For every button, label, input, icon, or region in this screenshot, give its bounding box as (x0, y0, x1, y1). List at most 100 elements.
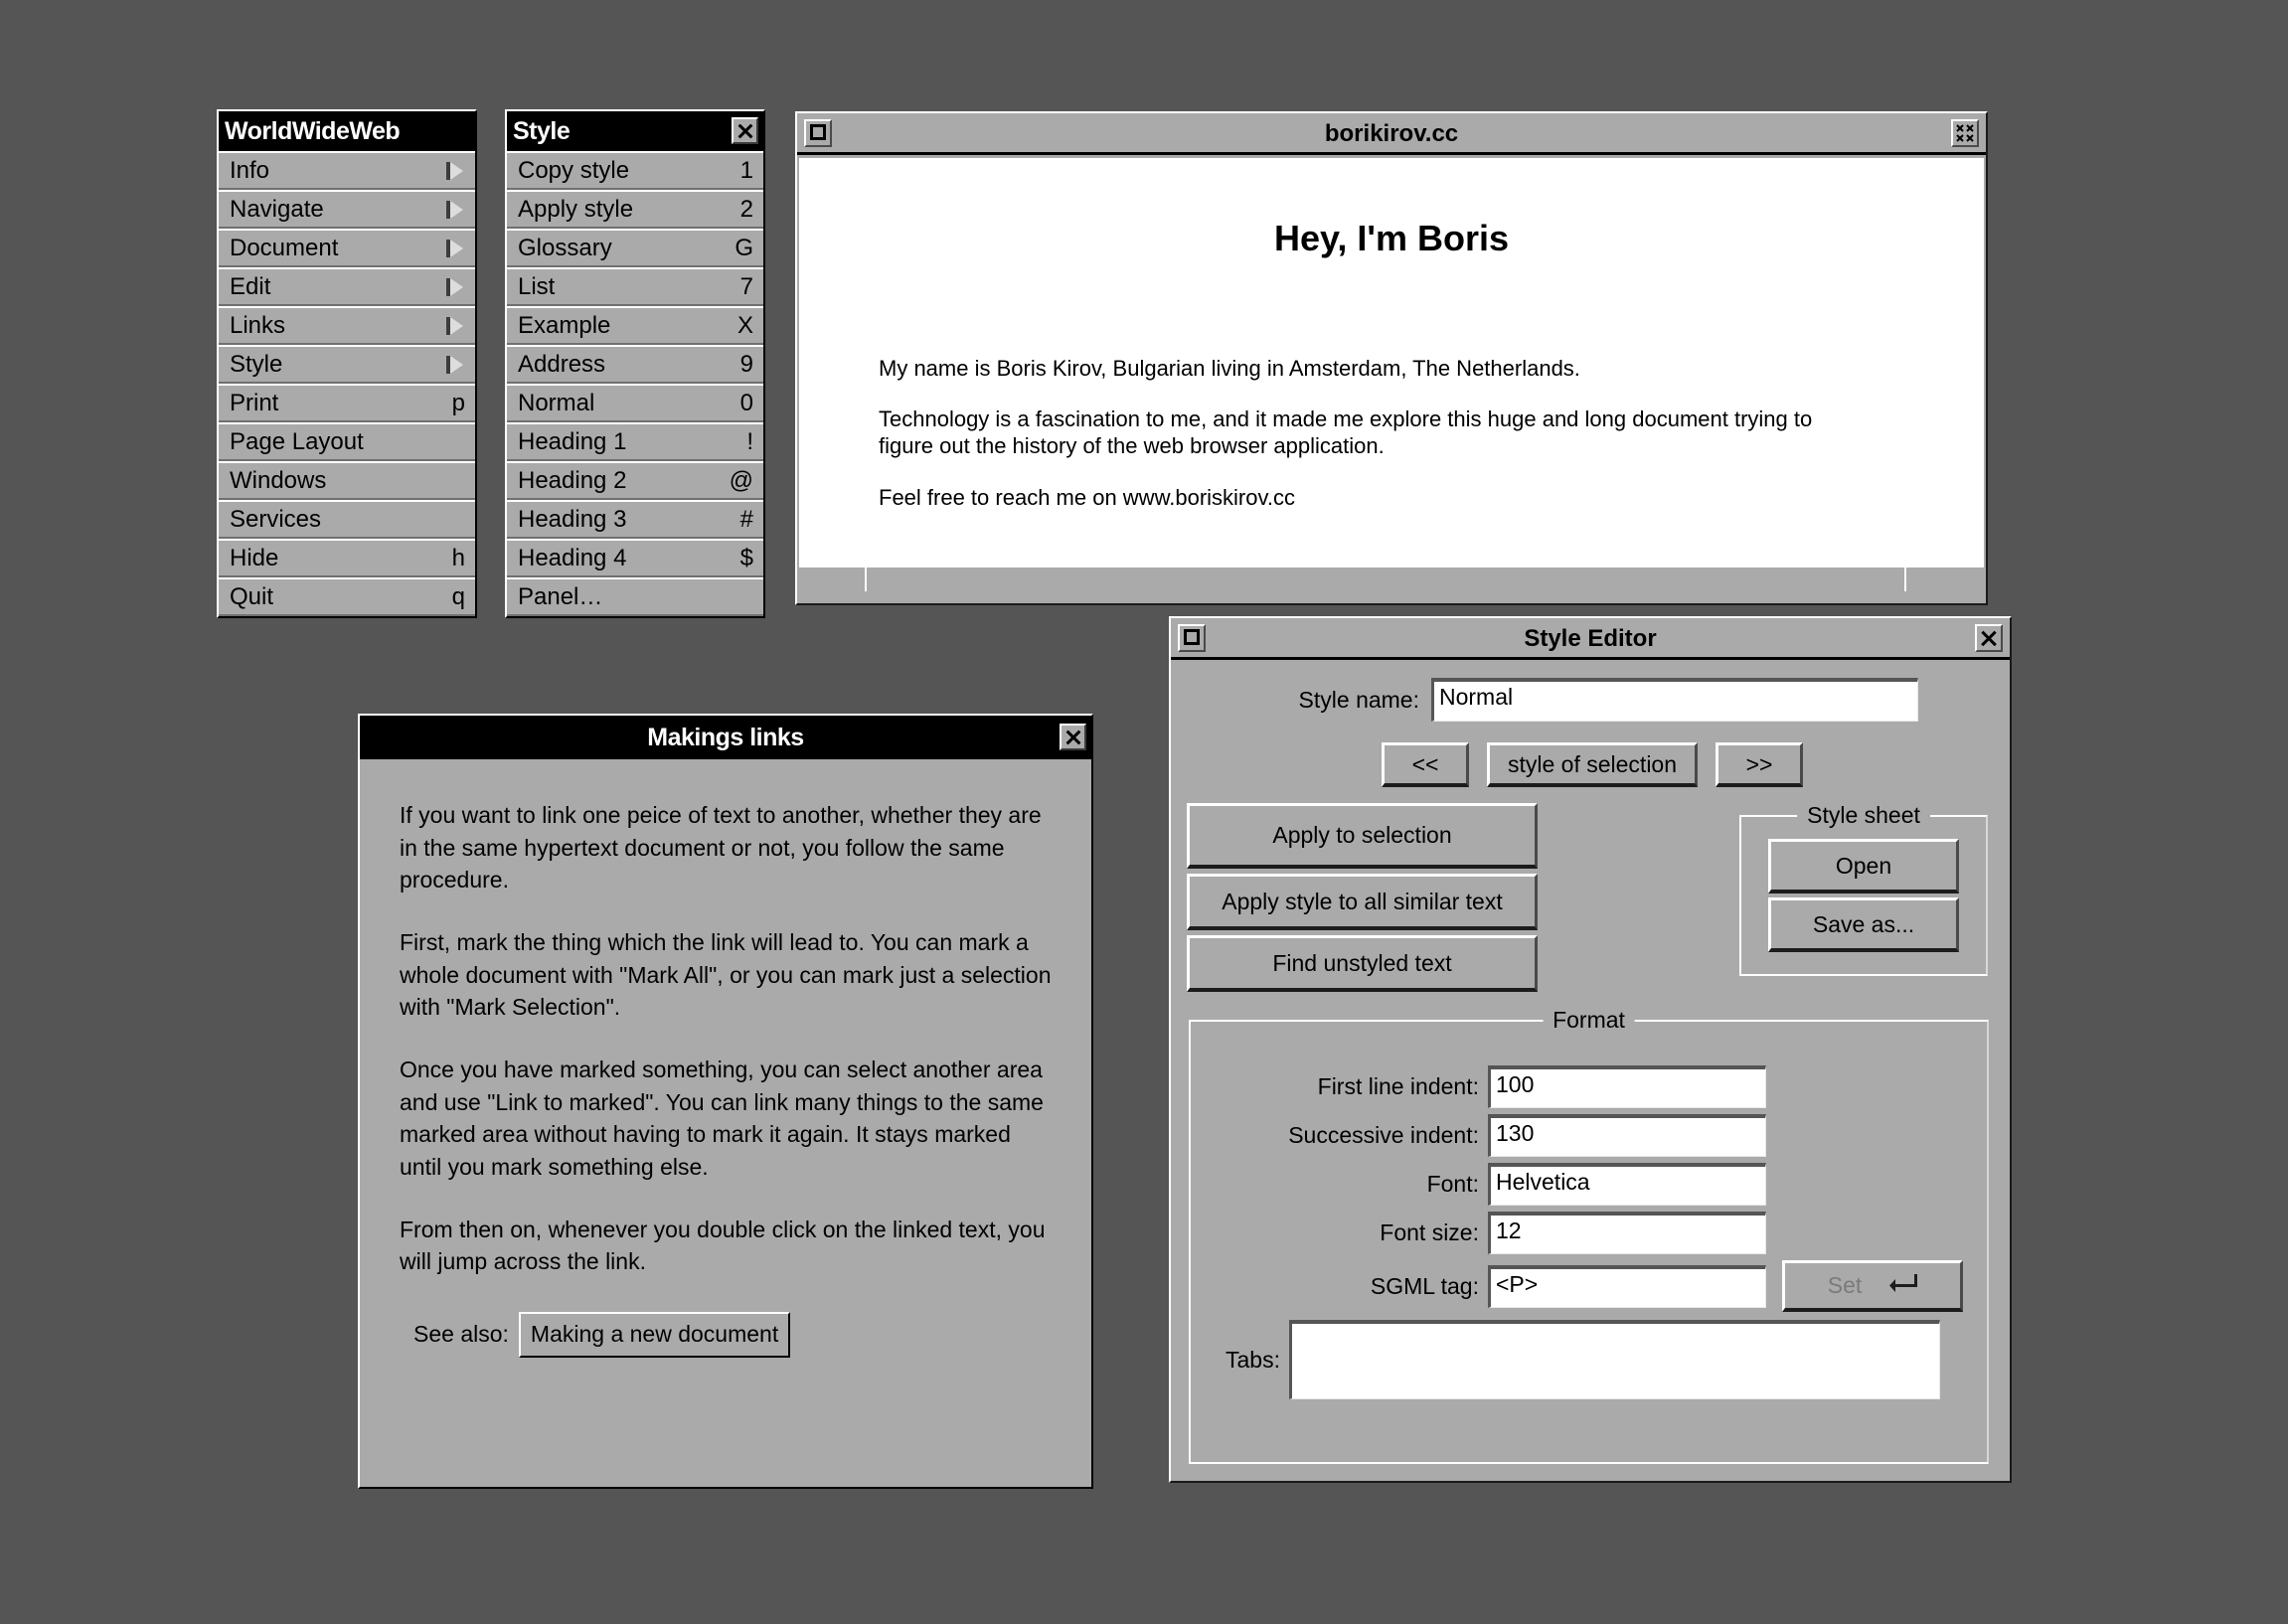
set-button-label: Set (1828, 1272, 1863, 1299)
menu-item-edit[interactable]: Edit (219, 267, 475, 306)
makings-links-titlebar[interactable]: Makings links (360, 716, 1091, 759)
style-item-copy-style[interactable]: Copy style 1 (507, 151, 763, 190)
close-x-icon[interactable] (1060, 724, 1086, 750)
menu-item-label: Document (230, 229, 338, 267)
see-also-link-button[interactable]: Making a new document (519, 1312, 790, 1358)
makings-links-title-label: Makings links (647, 724, 803, 751)
help-paragraph-1: If you want to link one peice of text to… (400, 799, 1056, 896)
menu-item-shortcut: # (740, 500, 753, 539)
style-editor-titlebar[interactable]: Style Editor (1171, 618, 2010, 660)
style-nav-row: << style of selection >> (1382, 742, 1803, 787)
menu-item-shortcut: $ (740, 539, 753, 577)
horizontal-scrollbar[interactable] (799, 566, 1984, 591)
style-sheet-groupbox: Style sheet Open Save as... (1739, 815, 1988, 976)
first-line-indent-row: First line indent: 100 (1191, 1065, 1987, 1108)
style-editor-window: Style Editor Style name: Normal << style… (1169, 616, 2012, 1483)
help-paragraph-3: Once you have marked something, you can … (400, 1054, 1056, 1184)
menu-item-label: Heading 3 (518, 500, 626, 539)
miniaturize-icon[interactable] (804, 119, 832, 147)
menu-item-label: Navigate (230, 190, 324, 229)
menu-item-print[interactable]: Print p (219, 384, 475, 422)
style-menu-items: Copy style 1 Apply style 2 Glossary G Li… (507, 151, 763, 616)
menu-item-navigate[interactable]: Navigate (219, 190, 475, 229)
miniaturize-icon[interactable] (1178, 624, 1206, 652)
menu-item-shortcut: 7 (740, 267, 753, 306)
style-menu-title[interactable]: Style (507, 111, 763, 151)
format-groupbox: Format First line indent: 100 Successive… (1189, 1020, 1989, 1464)
style-of-selection-button[interactable]: style of selection (1487, 742, 1698, 787)
scrollbar-right-cell[interactable] (1906, 568, 1984, 591)
scrollbar-left-cell[interactable] (799, 568, 867, 591)
successive-indent-label: Successive indent: (1191, 1122, 1479, 1149)
page-paragraph-1: My name is Boris Kirov, Bulgarian living… (879, 356, 1912, 383)
menu-item-shortcut: h (452, 539, 465, 577)
first-line-indent-input[interactable]: 100 (1488, 1065, 1766, 1108)
save-stylesheet-as-button[interactable]: Save as... (1768, 897, 1959, 952)
close-x-icon[interactable] (1975, 624, 2003, 652)
menu-item-label: Print (230, 384, 278, 422)
menu-item-info[interactable]: Info (219, 151, 475, 190)
font-size-input[interactable]: 12 (1488, 1212, 1766, 1254)
menu-item-shortcut: ! (746, 422, 753, 461)
style-name-input[interactable]: Normal (1431, 678, 1918, 722)
menu-item-label: Apply style (518, 190, 633, 229)
menu-item-label: Windows (230, 461, 326, 500)
menu-item-windows[interactable]: Windows (219, 461, 475, 500)
resize-zoom-icon[interactable] (1951, 119, 1979, 147)
browser-titlebar[interactable]: borikirov.cc (797, 113, 1986, 155)
page-heading: Hey, I'm Boris (799, 218, 1984, 259)
menu-item-label: Example (518, 306, 610, 345)
apply-to-selection-button[interactable]: Apply to selection (1187, 803, 1538, 869)
find-unstyled-text-button[interactable]: Find unstyled text (1187, 935, 1538, 992)
menu-item-style[interactable]: Style (219, 345, 475, 384)
apply-style-to-all-similar-text-button[interactable]: Apply style to all similar text (1187, 874, 1538, 930)
submenu-arrow-icon (450, 278, 463, 296)
style-item-address[interactable]: Address 9 (507, 345, 763, 384)
style-item-heading-2[interactable]: Heading 2 @ (507, 461, 763, 500)
tabs-input[interactable] (1289, 1320, 1940, 1399)
set-button[interactable]: Set (1782, 1260, 1963, 1312)
desktop: WorldWideWeb Info Navigate Document Edit… (0, 0, 2288, 1624)
style-item-normal[interactable]: Normal 0 (507, 384, 763, 422)
worldwideweb-menu-window: WorldWideWeb Info Navigate Document Edit… (217, 109, 477, 618)
browser-page-content: Hey, I'm Boris My name is Boris Kirov, B… (799, 158, 1984, 566)
style-menu-window: Style Copy style 1 Apply style 2 Glossar… (505, 109, 765, 618)
sgml-tag-input[interactable]: <P> (1488, 1265, 1766, 1308)
help-paragraph-4: From then on, whenever you double click … (400, 1214, 1056, 1278)
first-line-indent-label: First line indent: (1191, 1073, 1479, 1100)
style-item-list[interactable]: List 7 (507, 267, 763, 306)
next-style-button[interactable]: >> (1716, 742, 1803, 787)
sgml-tag-label: SGML tag: (1191, 1273, 1479, 1300)
menu-item-hide[interactable]: Hide h (219, 539, 475, 577)
menu-item-document[interactable]: Document (219, 229, 475, 267)
menu-item-label: Info (230, 151, 269, 190)
style-item-apply-style[interactable]: Apply style 2 (507, 190, 763, 229)
makings-links-body: If you want to link one peice of text to… (400, 799, 1056, 1358)
style-item-heading-4[interactable]: Heading 4 $ (507, 539, 763, 577)
scrollbar-knob[interactable] (867, 568, 1906, 591)
menu-item-services[interactable]: Services (219, 500, 475, 539)
menu-title-label: WorldWideWeb (225, 117, 400, 145)
style-item-heading-3[interactable]: Heading 3 # (507, 500, 763, 539)
menu-item-label: Style (230, 345, 282, 384)
style-item-panel[interactable]: Panel… (507, 577, 763, 616)
menu-item-label: Heading 4 (518, 539, 626, 577)
menu-item-links[interactable]: Links (219, 306, 475, 345)
font-input[interactable]: Helvetica (1488, 1163, 1766, 1206)
menu-item-page-layout[interactable]: Page Layout (219, 422, 475, 461)
see-also-row: See also: Making a new document (400, 1312, 1056, 1358)
menu-item-label: Links (230, 306, 285, 345)
worldwideweb-menu-title[interactable]: WorldWideWeb (219, 111, 475, 151)
open-stylesheet-button[interactable]: Open (1768, 839, 1959, 893)
style-item-glossary[interactable]: Glossary G (507, 229, 763, 267)
font-size-label: Font size: (1191, 1219, 1479, 1246)
style-item-heading-1[interactable]: Heading 1 ! (507, 422, 763, 461)
menu-item-shortcut: X (737, 306, 753, 345)
tabs-label: Tabs: (1191, 1347, 1280, 1374)
close-x-icon[interactable] (732, 117, 758, 144)
prev-style-button[interactable]: << (1382, 742, 1469, 787)
style-item-example[interactable]: Example X (507, 306, 763, 345)
menu-item-label: Address (518, 345, 605, 384)
menu-item-quit[interactable]: Quit q (219, 577, 475, 616)
successive-indent-input[interactable]: 130 (1488, 1114, 1766, 1157)
